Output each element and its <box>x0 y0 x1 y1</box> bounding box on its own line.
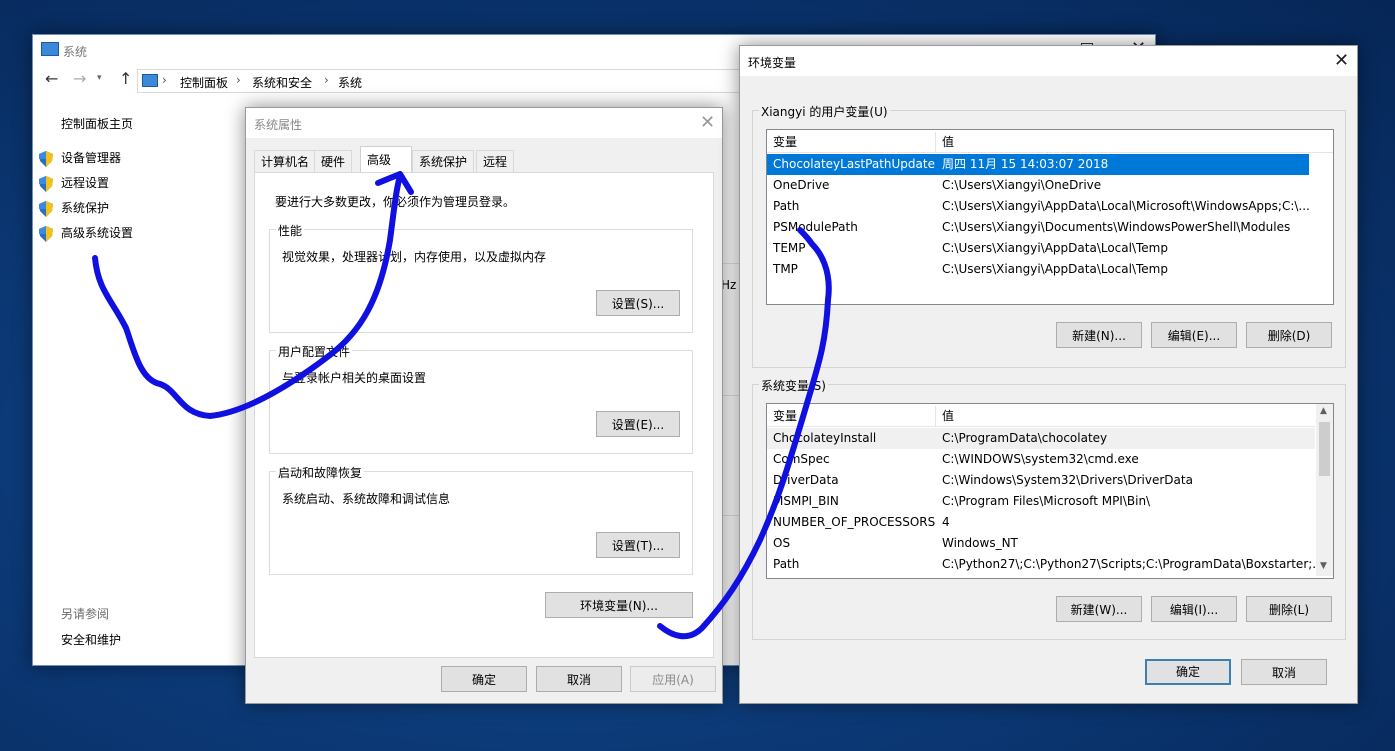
annotation-overlay <box>92 171 832 640</box>
annotation-connector-stroke <box>657 227 832 640</box>
annotation-arrow-stroke <box>92 173 403 419</box>
